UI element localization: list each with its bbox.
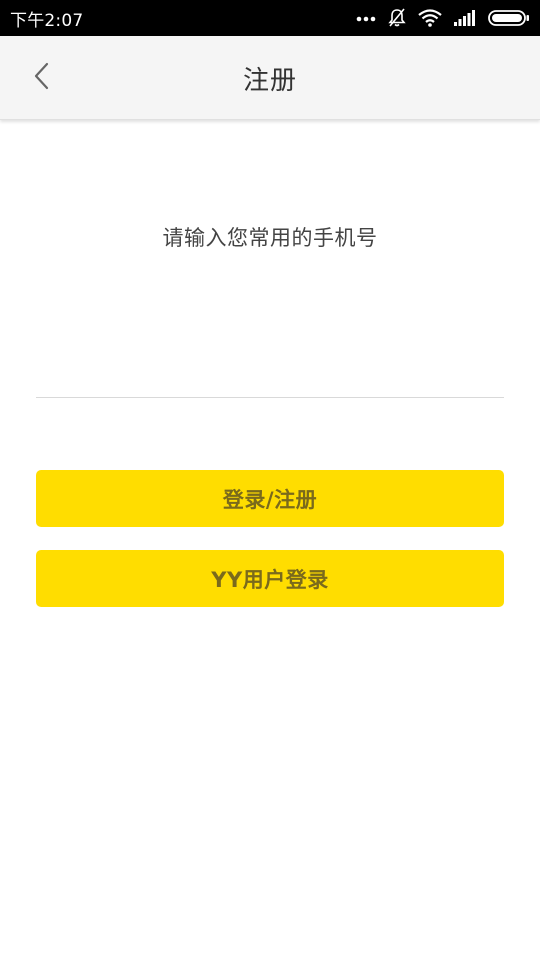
bell-off-icon xyxy=(388,8,406,28)
back-button[interactable] xyxy=(22,54,62,102)
status-bar: 下午2:07 xyxy=(0,0,540,36)
battery-icon xyxy=(488,10,530,26)
chevron-left-icon xyxy=(33,61,51,95)
app-bar: 注册 xyxy=(0,36,540,120)
yy-user-login-button[interactable]: YY用户登录 xyxy=(36,550,504,607)
status-icons xyxy=(356,0,530,36)
wifi-icon xyxy=(418,9,442,27)
page-title: 注册 xyxy=(242,65,297,96)
signal-icon xyxy=(454,10,476,26)
login-register-button[interactable]: 登录/注册 xyxy=(36,470,504,527)
phone-prompt: 请输入您常用的手机号 xyxy=(162,226,378,250)
phone-number-input[interactable] xyxy=(36,350,504,398)
more-dots-icon xyxy=(356,14,376,22)
register-screen: 下午2:07 注册 请输入您常用的手机号 登录/注册 YY用户登录 xyxy=(0,0,540,960)
status-time: 下午2:07 xyxy=(10,10,84,31)
